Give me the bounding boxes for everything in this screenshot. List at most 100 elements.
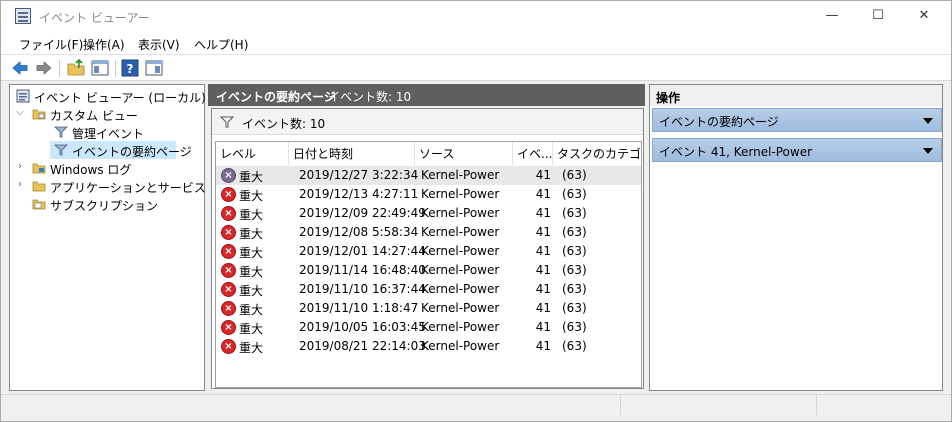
critical-error-icon: × xyxy=(221,187,236,202)
tree-item-custom-views[interactable]: ⌵ カスタム ビュー xyxy=(14,105,200,123)
actions-section-summary[interactable]: イベントの要約ページ xyxy=(652,108,942,132)
cell-datetime: 2019/12/08 5:58:34 xyxy=(299,225,419,239)
menu-bar: ファイル(F) 操作(A) 表示(V) ヘルプ(H) xyxy=(1,31,951,54)
tree-item-label: イベントの要約ページ xyxy=(72,145,192,159)
cell-source: Kernel-Power xyxy=(421,168,500,182)
cell-event-id: 41 xyxy=(535,187,551,201)
action-pane-icon[interactable] xyxy=(145,59,163,77)
tree-item-app-service-logs[interactable]: › アプリケーションとサービス ログ xyxy=(14,177,234,195)
svg-text:?: ? xyxy=(127,62,134,76)
critical-error-icon: × xyxy=(221,282,236,297)
critical-error-icon: × xyxy=(221,320,236,335)
table-row[interactable]: × 重大 2019/12/08 5:58:34 Kernel-Power 41 (63) xyxy=(216,223,641,242)
cell-datetime: 2019/12/27 3:22:34 xyxy=(299,168,419,182)
menu-help[interactable]: ヘルプ(H) xyxy=(194,36,248,53)
critical-error-icon: × xyxy=(221,225,236,240)
column-header-source[interactable]: ソース xyxy=(415,142,513,166)
title-bar: イベント ビューアー — ☐ ✕ xyxy=(1,1,951,31)
actions-section-label: イベント 41, Kernel-Power xyxy=(659,145,813,159)
critical-error-icon: × xyxy=(221,339,236,354)
table-row[interactable]: × 重大 2019/10/05 16:03:45 Kernel-Power 41 (63) xyxy=(216,318,641,337)
table-row[interactable]: × 重大 2019/12/01 14:27:44 Kernel-Power 41 (63) xyxy=(216,242,641,261)
chevron-down-icon[interactable]: ⌵ xyxy=(16,107,24,118)
cell-source: Kernel-Power xyxy=(421,206,500,220)
cell-source: Kernel-Power xyxy=(421,263,500,277)
table-row[interactable]: × 重大 2019/11/14 16:48:40 Kernel-Power 41 (63) xyxy=(216,261,641,280)
cell-category: (63) xyxy=(562,168,587,182)
cell-source: Kernel-Power xyxy=(421,301,500,315)
table-row[interactable]: × 重大 2019/12/27 3:22:34 Kernel-Power 41 (63) xyxy=(216,166,641,185)
table-row[interactable]: × 重大 2019/12/13 4:27:11 Kernel-Power 41 (63) xyxy=(216,185,641,204)
toolbar: ? xyxy=(1,54,951,81)
tree-item-summary-page[interactable]: イベントの要約ページ xyxy=(50,141,192,159)
filter-icon xyxy=(54,144,68,156)
events-panel: イベント数: 10 レベル 日付と時刻 ソース イベ... タスクのカテゴリ ×… xyxy=(211,108,644,389)
cell-source: Kernel-Power xyxy=(421,187,500,201)
tree-item-label: アプリケーションとサービス ログ xyxy=(50,181,234,195)
column-header-event-id[interactable]: イベ... xyxy=(513,142,553,166)
status-bar xyxy=(1,394,951,421)
tree-item-root[interactable]: イベント ビューアー (ローカル) xyxy=(14,87,206,105)
menu-view[interactable]: 表示(V) xyxy=(138,36,180,53)
critical-error-icon: × xyxy=(221,301,236,316)
events-table: レベル 日付と時刻 ソース イベ... タスクのカテゴリ ×重大2019/12/… xyxy=(215,141,642,388)
cell-level: 重大 xyxy=(239,322,264,336)
caret-down-icon[interactable] xyxy=(923,118,933,124)
folder-icon xyxy=(32,109,46,120)
cell-category: (63) xyxy=(562,320,587,334)
table-row[interactable]: × 重大 2019/08/21 22:14:03 Kernel-Power 41 (63) xyxy=(216,337,641,356)
cell-datetime: 2019/12/01 14:27:44 xyxy=(299,244,426,258)
actions-title: 操作 xyxy=(650,85,942,106)
column-header-category[interactable]: タスクのカテゴリ xyxy=(553,142,641,166)
minimize-button[interactable]: — xyxy=(809,1,855,31)
close-button[interactable]: ✕ xyxy=(901,1,947,31)
filter-bar: イベント数: 10 xyxy=(212,109,643,135)
cell-event-id: 41 xyxy=(535,282,551,296)
chevron-right-icon[interactable]: › xyxy=(18,179,22,190)
column-header-datetime[interactable]: 日付と時刻 xyxy=(289,142,415,166)
tree-item-subscriptions[interactable]: サブスクリプション xyxy=(14,195,200,213)
window-title: イベント ビューアー xyxy=(39,11,150,25)
help-icon[interactable]: ? xyxy=(121,59,139,77)
critical-error-icon: × xyxy=(221,168,236,183)
cell-level: 重大 xyxy=(239,246,264,260)
subscription-icon xyxy=(32,199,46,210)
cell-category: (63) xyxy=(562,244,587,258)
filter-icon xyxy=(54,126,68,138)
forward-arrow-icon[interactable] xyxy=(35,59,53,77)
filter-icon[interactable] xyxy=(220,115,234,129)
show-tree-icon[interactable] xyxy=(91,59,109,77)
folder-up-icon[interactable] xyxy=(67,59,85,77)
tree-item-admin-events[interactable]: 管理イベント xyxy=(14,123,200,141)
menu-file[interactable]: ファイル(F) xyxy=(19,36,83,53)
toolbar-separator xyxy=(115,60,116,77)
table-row[interactable]: × 重大 2019/11/10 16:37:44 Kernel-Power 41 (63) xyxy=(216,280,641,299)
actions-section-event[interactable]: イベント 41, Kernel-Power xyxy=(652,138,942,162)
cell-event-id: 41 xyxy=(535,225,551,239)
menu-action[interactable]: 操作(A) xyxy=(83,36,125,53)
content-header: イベントの要約ページ イベント数: 10 xyxy=(208,84,645,106)
caret-down-icon[interactable] xyxy=(923,148,933,154)
cell-datetime: 2019/11/14 16:48:40 xyxy=(299,263,426,277)
cell-datetime: 2019/12/13 4:27:11 xyxy=(299,187,419,201)
table-header: レベル 日付と時刻 ソース イベ... タスクのカテゴリ xyxy=(216,142,641,166)
cell-level: 重大 xyxy=(239,303,264,317)
tree-item-label: イベント ビューアー (ローカル) xyxy=(34,91,206,105)
chevron-right-icon[interactable]: › xyxy=(18,161,22,172)
table-row[interactable]: × 重大 2019/11/10 1:18:47 Kernel-Power 41 (63) xyxy=(216,299,641,318)
table-row[interactable]: × 重大 2019/12/09 22:49:49 Kernel-Power 41 (63) xyxy=(216,204,641,223)
critical-error-icon: × xyxy=(221,206,236,221)
tree-item-windows-logs[interactable]: › Windows ログ xyxy=(14,159,200,177)
status-segment xyxy=(816,395,817,415)
column-header-level[interactable]: レベル xyxy=(216,142,289,166)
event-viewer-icon xyxy=(16,89,30,103)
cell-level: 重大 xyxy=(239,284,264,298)
cell-source: Kernel-Power xyxy=(421,244,500,258)
cell-category: (63) xyxy=(562,263,587,277)
cell-category: (63) xyxy=(562,225,587,239)
back-arrow-icon[interactable] xyxy=(11,59,29,77)
filter-event-count: イベント数: 10 xyxy=(242,117,326,131)
tree-item-label: 管理イベント xyxy=(72,127,145,141)
maximize-button[interactable]: ☐ xyxy=(855,1,901,31)
cell-level: 重大 xyxy=(239,227,264,241)
